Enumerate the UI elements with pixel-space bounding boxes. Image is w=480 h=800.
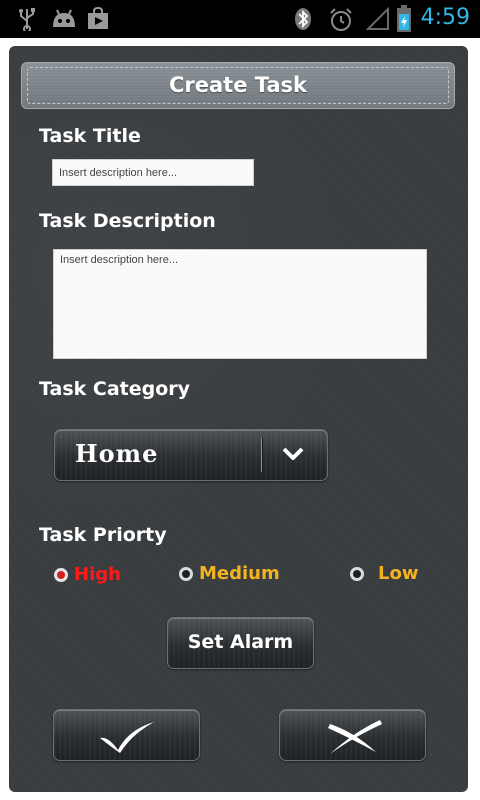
bluetooth-icon — [295, 8, 311, 30]
set-alarm-button[interactable]: Set Alarm — [167, 617, 314, 669]
alarm-icon — [330, 8, 352, 31]
task-title-input[interactable] — [52, 159, 254, 186]
task-description-input[interactable] — [53, 249, 427, 359]
task-title-label: Task Title — [39, 125, 141, 147]
close-icon — [328, 720, 382, 754]
set-alarm-label: Set Alarm — [187, 631, 294, 653]
priority-high-radio[interactable]: High — [54, 564, 121, 585]
create-task-panel — [9, 46, 468, 792]
page-title: Create Task — [168, 73, 308, 97]
play-store-icon — [88, 7, 108, 29]
category-dropdown[interactable]: Home — [54, 429, 328, 481]
status-clock: 4:59 — [420, 5, 470, 30]
usb-icon — [19, 8, 35, 31]
radio-unchecked-icon — [350, 566, 364, 581]
priority-medium-label: Medium — [199, 563, 280, 584]
task-priority-label: Task Priorty — [39, 524, 167, 546]
category-selected-value: Home — [75, 439, 159, 468]
battery-icon — [397, 5, 411, 32]
header-bar: Create Task — [21, 62, 455, 109]
dropdown-divider — [261, 438, 262, 472]
status-bar: 4:59 — [0, 0, 480, 38]
confirm-button[interactable] — [53, 709, 200, 761]
cancel-button[interactable] — [279, 709, 426, 761]
radio-checked-icon — [54, 567, 68, 582]
priority-low-label: Low — [378, 563, 419, 584]
checkmark-icon — [100, 722, 154, 753]
radio-unchecked-icon — [179, 566, 193, 581]
priority-high-label: High — [74, 564, 121, 585]
priority-medium-radio[interactable]: Medium — [179, 563, 280, 584]
chevron-down-icon — [282, 447, 304, 460]
task-category-label: Task Category — [39, 378, 191, 400]
signal-icon — [366, 7, 389, 30]
task-description-label: Task Description — [39, 210, 216, 232]
priority-low-radio[interactable]: Low — [350, 563, 418, 584]
android-icon — [53, 9, 75, 27]
